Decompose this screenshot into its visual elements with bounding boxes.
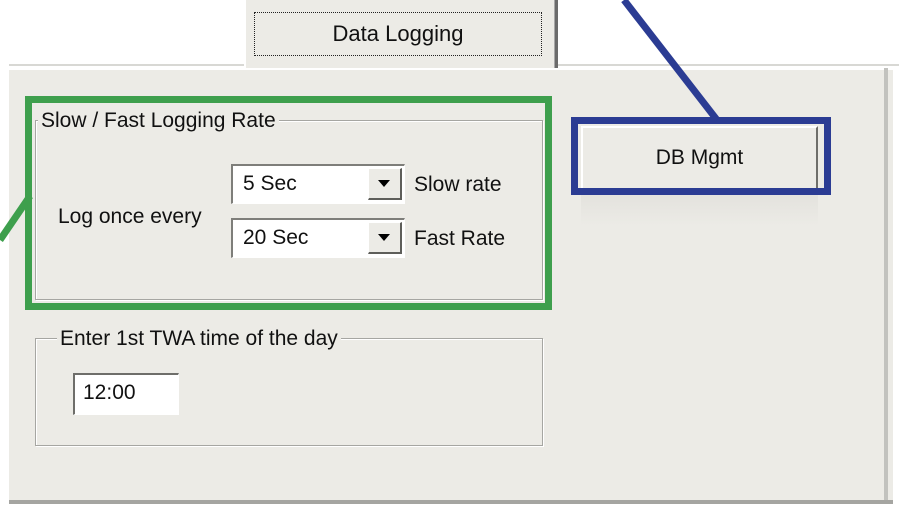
twa-time-input[interactable]: 12:00 [73, 373, 179, 415]
twa-time-value: 12:00 [83, 381, 136, 404]
tab-data-logging-label: Data Logging [254, 12, 542, 56]
panel-bottom-edge [9, 500, 893, 504]
green-highlight-box [25, 96, 552, 310]
twa-time-group-title: Enter 1st TWA time of the day [57, 326, 341, 352]
panel-right-edge [884, 68, 888, 504]
tab-data-logging[interactable]: Data Logging [244, 0, 558, 68]
blue-highlight-box [571, 117, 831, 195]
db-mgmt-button-shadow [581, 190, 818, 226]
